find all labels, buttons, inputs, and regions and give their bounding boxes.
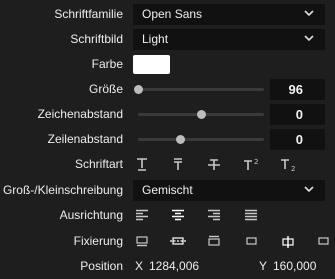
superscript-t-icon[interactable]: 2: [242, 156, 260, 173]
anchor-middle-icon[interactable]: [169, 233, 187, 250]
anchor-row: Fixierung: [0, 229, 335, 254]
font-family-label: Schriftfamilie: [54, 7, 123, 21]
line-spacing-slider[interactable]: [138, 135, 264, 144]
size-slider-handle[interactable]: [134, 85, 143, 94]
size-input[interactable]: 96: [270, 79, 325, 100]
line-spacing-value: 0: [295, 132, 303, 147]
letter-spacing-label: Zeichenabstand: [37, 107, 123, 121]
chevron-down-icon: [304, 10, 314, 17]
anchor-label: Fixierung: [73, 234, 123, 248]
font-type-row: Schriftart 2 2: [0, 152, 335, 177]
alignment-label: Ausrichtung: [59, 208, 123, 222]
font-type-label: Schriftart: [74, 157, 123, 171]
anchor-right-icon[interactable]: [315, 233, 333, 250]
overline-t-icon[interactable]: [169, 156, 187, 173]
svg-text:2: 2: [291, 165, 295, 171]
font-family-select[interactable]: Open Sans: [133, 4, 325, 25]
font-style-value: Light: [142, 32, 169, 46]
letter-spacing-input[interactable]: 0: [270, 104, 325, 125]
anchor-center-icon[interactable]: [279, 233, 297, 250]
case-select[interactable]: Gemischt: [133, 180, 325, 201]
line-spacing-label: Zeilenabstand: [47, 132, 123, 146]
letter-spacing-slider[interactable]: [138, 110, 264, 119]
align-right-icon[interactable]: [205, 207, 223, 224]
size-value: 96: [288, 82, 303, 97]
font-style-label: Schriftbild: [70, 32, 123, 46]
line-spacing-row: Zeilenabstand 0: [0, 127, 335, 152]
letter-spacing-slider-handle[interactable]: [197, 110, 206, 119]
color-swatch[interactable]: [133, 55, 170, 74]
anchor-top-icon[interactable]: [133, 233, 151, 250]
align-center-icon[interactable]: [169, 207, 187, 224]
color-label: Farbe: [91, 57, 123, 71]
align-justify-icon[interactable]: [242, 207, 260, 224]
color-row: Farbe: [0, 52, 335, 77]
size-row: Größe 96: [0, 77, 335, 102]
letter-spacing-row: Zeichenabstand 0: [0, 102, 335, 127]
letter-spacing-value: 0: [295, 107, 303, 122]
font-style-row: Schriftbild Light: [0, 27, 335, 52]
subscript-t-icon[interactable]: 2: [279, 156, 297, 173]
anchor-left-icon[interactable]: [242, 233, 260, 250]
strikethrough-t-icon[interactable]: [205, 156, 223, 173]
case-label: Groß-/Kleinschreibung: [2, 183, 123, 197]
font-style-select[interactable]: Light: [133, 29, 325, 50]
line-spacing-slider-handle[interactable]: [175, 135, 185, 144]
case-value: Gemischt: [142, 183, 193, 197]
underline-t-icon[interactable]: [133, 156, 151, 173]
case-row: Groß-/Kleinschreibung Gemischt: [0, 178, 335, 203]
alignment-row: Ausrichtung: [0, 203, 335, 228]
svg-text:2: 2: [254, 158, 258, 166]
line-spacing-input[interactable]: 0: [270, 129, 325, 150]
font-family-value: Open Sans: [142, 7, 203, 21]
chevron-down-icon: [304, 35, 314, 42]
anchor-bottom-icon[interactable]: [205, 233, 223, 250]
align-left-icon[interactable]: [133, 207, 151, 224]
chevron-down-icon: [304, 186, 314, 193]
font-family-row: Schriftfamilie Open Sans: [0, 2, 335, 27]
size-label: Größe: [88, 82, 123, 96]
size-slider[interactable]: [134, 85, 264, 94]
